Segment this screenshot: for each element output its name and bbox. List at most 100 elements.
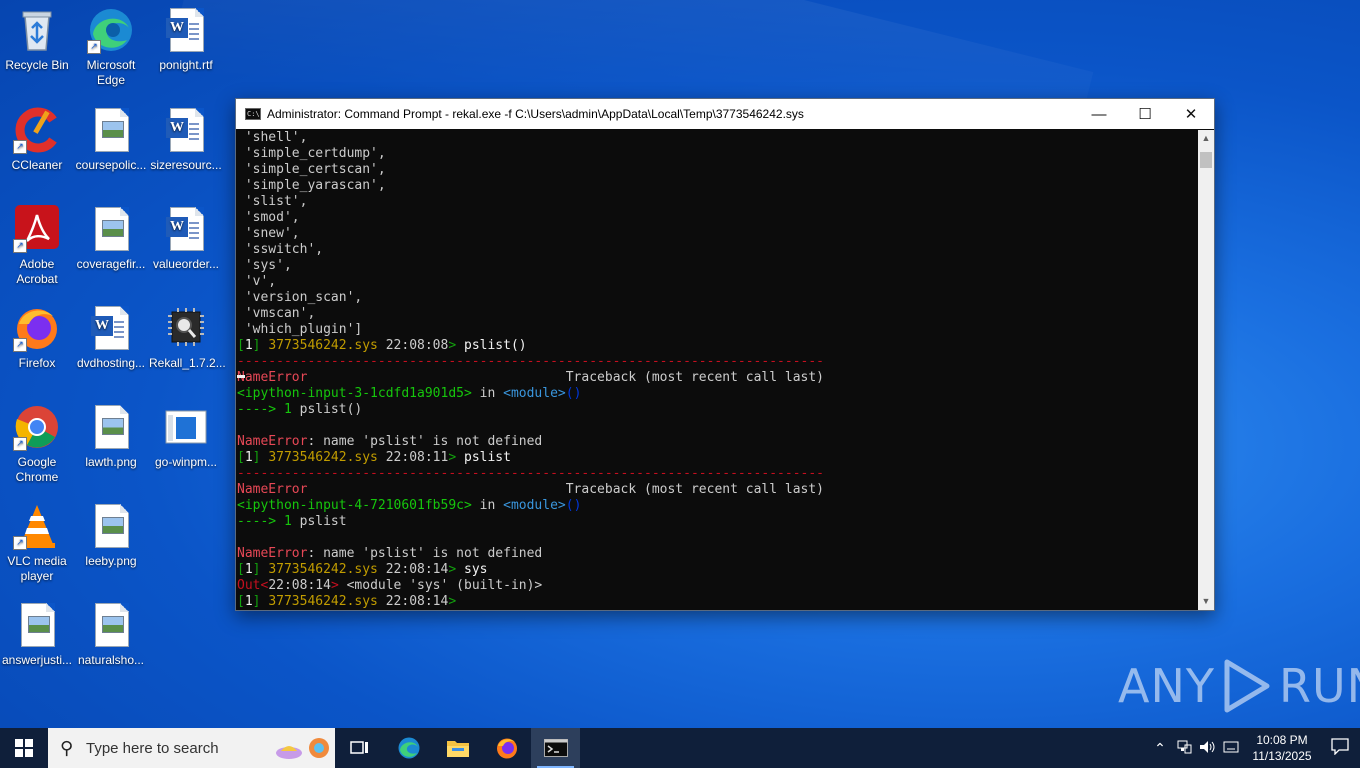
terminal-line: 'v', — [237, 274, 1198, 290]
terminal-line: ----------------------------------------… — [237, 466, 1198, 482]
ccleaner-icon: ↗ — [13, 106, 61, 154]
word-document-icon: W — [87, 304, 135, 352]
search-placeholder: Type here to search — [86, 739, 219, 757]
notifications-icon[interactable] — [1320, 737, 1360, 760]
show-hidden-icons-icon[interactable]: ⌃ — [1148, 740, 1172, 757]
terminal-text: <ipython-input-4-7210601fb59c> — [237, 498, 472, 513]
desktop-icon-google-chrome[interactable]: ↗ Google Chrome — [0, 403, 74, 485]
command-prompt-taskbar-icon — [543, 739, 568, 757]
terminal-line: 'simple_certdump', — [237, 146, 1198, 162]
terminal-text: 1 — [244, 338, 253, 353]
taskbar-command-prompt[interactable] — [531, 728, 580, 768]
terminal-text: [ — [237, 338, 245, 353]
desktop-icon-rekall[interactable]: Rekall_1.7.2... — [149, 304, 226, 371]
command-prompt-window[interactable]: C:\ Administrator: Command Prompt - reka… — [235, 98, 1215, 611]
terminal-text: <module 'sys' (built-in)> — [346, 578, 543, 593]
terminal-output[interactable]: 'shell', 'simple_certdump', 'simple_cert… — [236, 130, 1198, 610]
image-file-icon — [87, 106, 135, 154]
terminal-line: NameError Traceback (most recent call la… — [237, 482, 1198, 498]
desktop-icon-adobe-acrobat[interactable]: ↗ Adobe Acrobat — [0, 205, 74, 287]
system-tray: ⌃ 10:08 PM 11/13/2025 — [1148, 728, 1360, 768]
terminal-text: 'smod', — [237, 210, 300, 225]
terminal-text: NameError — [237, 546, 308, 561]
watermark-text-left: ANY — [1118, 659, 1215, 713]
terminal-text: 22:08:14 — [377, 594, 449, 609]
desktop-icon-microsoft-edge[interactable]: ↗ Microsoft Edge — [74, 6, 148, 88]
terminal-line: 'slist', — [237, 194, 1198, 210]
network-icon[interactable] — [1172, 739, 1196, 758]
chrome-icon: ↗ — [13, 403, 61, 451]
terminal-text: ----> 1 — [237, 514, 300, 529]
terminal-text: () — [565, 498, 582, 513]
desktop-icon-leeby[interactable]: leeby.png — [74, 502, 148, 569]
terminal-text: 22:08:08 — [377, 338, 449, 353]
desktop-icon-lawth[interactable]: lawth.png — [74, 403, 148, 470]
scroll-up-icon[interactable]: ▲ — [1198, 130, 1214, 147]
minimize-button[interactable]: — — [1076, 99, 1122, 129]
desktop-icon-firefox[interactable]: ↗ Firefox — [0, 304, 74, 371]
search-icon: ⚲ — [60, 737, 74, 758]
terminal-text: 3773546242.sys — [268, 338, 378, 353]
terminal-text: > — [448, 450, 464, 465]
desktop-icon-dvdhosting[interactable]: W dvdhosting... — [74, 304, 148, 371]
terminal-text: [ — [237, 450, 245, 465]
terminal-text: in — [471, 498, 504, 513]
terminal-text: Traceback (most recent call last) — [307, 370, 825, 385]
taskbar-firefox[interactable] — [482, 728, 531, 768]
terminal-line: <ipython-input-3-1cdfd1a901d5> in <modul… — [237, 386, 1198, 402]
scrollbar-thumb[interactable] — [1200, 152, 1212, 168]
desktop-icon-sizeresourc[interactable]: W sizeresourc... — [149, 106, 223, 173]
maximize-button[interactable]: ☐ — [1122, 99, 1168, 129]
desktop-icon-answerjusti[interactable]: answerjusti... — [0, 601, 74, 668]
keyboard-icon[interactable] — [1220, 739, 1244, 758]
window-titlebar[interactable]: C:\ Administrator: Command Prompt - reka… — [236, 99, 1214, 129]
terminal-line: NameError Traceback (most recent call la… — [237, 370, 1198, 386]
desktop-icon-go-winpm[interactable]: go-winpm... — [149, 403, 223, 470]
terminal-line: 'sys', — [237, 258, 1198, 274]
image-file-icon — [87, 205, 135, 253]
terminal-text: : name 'pslist' is not defined — [307, 434, 543, 449]
vertical-scrollbar[interactable]: ▲ ▼ — [1198, 130, 1214, 610]
terminal-text: 1 — [244, 562, 253, 577]
terminal-text: 'simple_yarascan', — [237, 178, 386, 193]
terminal-text: NameError — [237, 434, 308, 449]
start-button[interactable] — [0, 728, 48, 768]
volume-icon[interactable] — [1196, 739, 1220, 758]
anyrun-watermark: ANY RUN — [1118, 658, 1360, 714]
terminal-text: 'vmscan', — [237, 306, 316, 321]
image-file-icon — [87, 403, 135, 451]
desktop-icon-naturalsho[interactable]: naturalsho... — [74, 601, 148, 668]
terminal-text: ] — [252, 562, 269, 577]
desktop-icon-vlc[interactable]: ↗ VLC media player — [0, 502, 74, 584]
terminal-text: 22:08:14 — [377, 562, 449, 577]
desktop-icon-ponight[interactable]: W ponight.rtf — [149, 6, 223, 73]
close-button[interactable]: ✕ — [1168, 99, 1214, 129]
taskbar-search-box[interactable]: ⚲ Type here to search — [48, 728, 335, 768]
terminal-text: ----> 1 — [237, 402, 300, 417]
command-prompt-icon: C:\ — [245, 108, 261, 120]
desktop-icon-ccleaner[interactable]: ↗ CCleaner — [0, 106, 74, 173]
desktop-icon-valueorder[interactable]: W valueorder... — [149, 205, 223, 272]
desktop-icon-coursepolic[interactable]: coursepolic... — [74, 106, 148, 173]
taskbar-edge[interactable] — [384, 728, 433, 768]
taskbar-file-explorer[interactable] — [433, 728, 482, 768]
terminal-text: pslist — [299, 514, 347, 529]
task-view-icon — [349, 741, 368, 754]
terminal-text: 22:08:11 — [377, 450, 449, 465]
desktop-icon-coveragefir[interactable]: coveragefir... — [74, 205, 148, 272]
terminal-line: Out<22:08:14> <module 'sys' (built-in)> — [237, 578, 1198, 594]
terminal-text: ----------------------------------------… — [237, 354, 824, 369]
clock[interactable]: 10:08 PM 11/13/2025 — [1244, 732, 1320, 764]
desktop-icon-label: valueorder... — [152, 257, 220, 271]
desktop-icon-label: Google Chrome — [15, 455, 59, 484]
scroll-down-icon[interactable]: ▼ — [1198, 593, 1214, 610]
terminal-line: [1] 3773546242.sys 22:08:14> — [237, 594, 1198, 610]
desktop-icon-label: CCleaner — [11, 158, 63, 172]
taskbar: ⚲ Type here to search ⌃ 10:08 PM 11/13/2… — [0, 728, 1360, 768]
task-view-button[interactable] — [335, 728, 384, 768]
desktop-icon-label: sizeresourc... — [150, 158, 222, 172]
desktop-icon-recycle-bin[interactable]: Recycle Bin — [0, 6, 74, 73]
firefox-icon: ↗ — [13, 304, 61, 352]
